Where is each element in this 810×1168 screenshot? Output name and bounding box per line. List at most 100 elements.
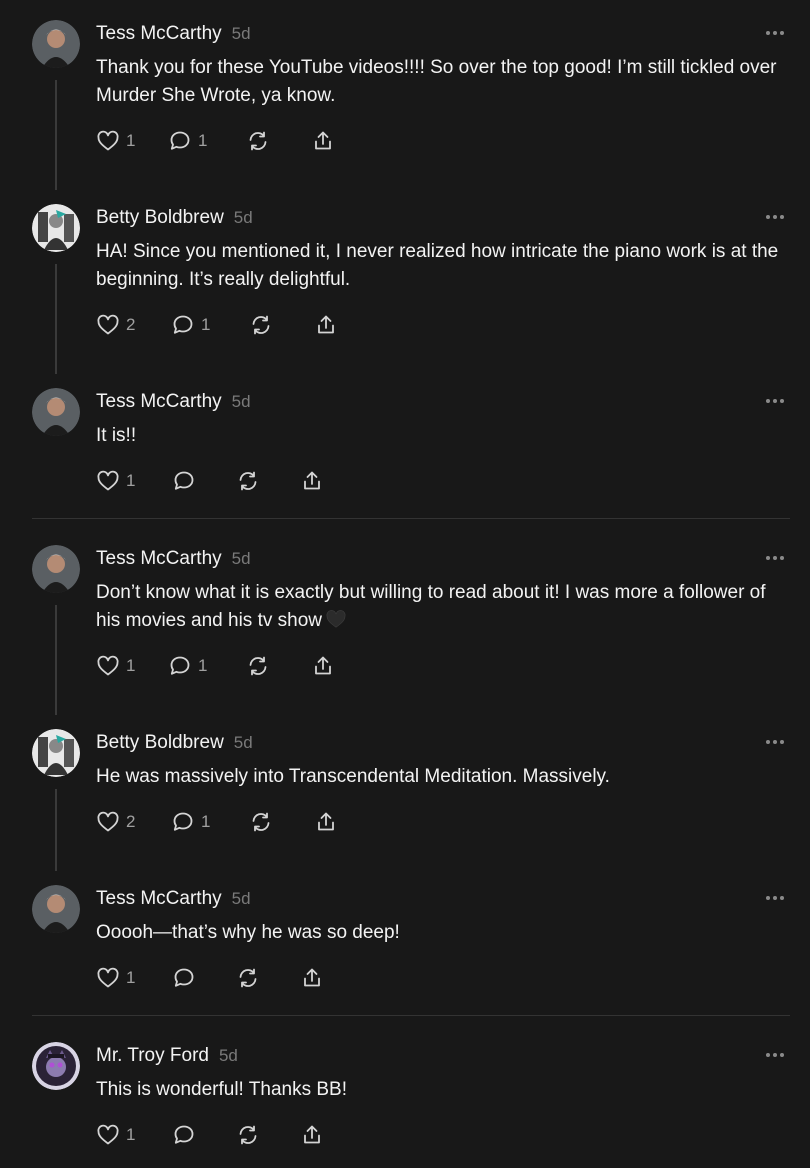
reply-button[interactable]: 1: [168, 652, 207, 680]
heart-icon: [97, 811, 119, 832]
repost-icon: [252, 315, 270, 335]
like-count: 1: [126, 656, 136, 675]
post-time: 5d: [218, 1046, 238, 1065]
repost-icon: [252, 812, 270, 832]
like-count: 1: [126, 1125, 136, 1144]
tess-avatar[interactable]: [32, 388, 80, 436]
heart-icon: [97, 655, 119, 676]
heart-icon: [97, 470, 119, 491]
more-options-icon[interactable]: [766, 896, 788, 902]
thread-line: [55, 605, 57, 715]
like-button[interactable]: 1: [96, 1121, 135, 1149]
like-button[interactable]: 1: [96, 652, 135, 680]
share-button[interactable]: [314, 311, 338, 339]
repost-button[interactable]: [249, 311, 273, 339]
share-button[interactable]: [300, 964, 324, 992]
post-time: 5d: [233, 208, 253, 227]
heart-icon: [97, 130, 119, 151]
post-time: 5d: [231, 24, 251, 43]
repost-button[interactable]: [236, 467, 260, 495]
author-name[interactable]: Tess McCarthy: [96, 548, 222, 569]
like-button[interactable]: 2: [96, 311, 135, 339]
post-time: 5d: [231, 549, 251, 568]
more-options-icon[interactable]: [766, 215, 788, 221]
like-count: 2: [126, 812, 136, 831]
like-count: 1: [126, 968, 136, 987]
thread-line: [55, 80, 57, 190]
share-button[interactable]: [300, 1121, 324, 1149]
share-button[interactable]: [314, 808, 338, 836]
more-options-icon[interactable]: [766, 399, 788, 405]
reply-count: 1: [201, 315, 211, 334]
heart-icon: [97, 1124, 119, 1145]
reply-button[interactable]: [172, 964, 196, 992]
author-name[interactable]: Betty Boldbrew: [96, 732, 224, 753]
share-icon: [318, 812, 334, 831]
reply-count: 1: [198, 131, 208, 150]
repost-icon: [249, 656, 267, 676]
share-button[interactable]: [311, 127, 335, 155]
repost-icon: [249, 131, 267, 151]
like-button[interactable]: 1: [96, 127, 135, 155]
more-options-icon[interactable]: [766, 1053, 788, 1059]
reply-button[interactable]: [172, 1121, 196, 1149]
betty-avatar[interactable]: [32, 204, 80, 252]
thread-line: [55, 789, 57, 871]
share-icon: [315, 656, 331, 675]
like-count: 1: [126, 131, 136, 150]
repost-button[interactable]: [246, 652, 270, 680]
share-icon: [304, 968, 320, 987]
troy-avatar[interactable]: [32, 1042, 80, 1090]
comment-icon: [173, 812, 193, 831]
heart-icon: [97, 967, 119, 988]
reply-button[interactable]: 1: [171, 808, 210, 836]
post-text: This is wonderful! Thanks BB!: [96, 1079, 347, 1100]
author-name[interactable]: Tess McCarthy: [96, 391, 222, 412]
share-icon: [315, 131, 331, 150]
comment-icon: [170, 656, 190, 675]
more-options-icon[interactable]: [766, 556, 788, 562]
repost-icon: [239, 471, 257, 491]
more-options-icon[interactable]: [766, 31, 788, 37]
thread-line: [55, 264, 57, 374]
author-name[interactable]: Mr. Troy Ford: [96, 1045, 209, 1066]
repost-button[interactable]: [236, 964, 260, 992]
author-name[interactable]: Betty Boldbrew: [96, 207, 224, 228]
repost-icon: [239, 1125, 257, 1145]
comment-icon: [170, 131, 190, 150]
repost-button[interactable]: [246, 127, 270, 155]
reply-button[interactable]: 1: [171, 311, 210, 339]
post-text-container: Don’t know what it is exactly but willin…: [96, 579, 786, 637]
like-count: 1: [126, 471, 136, 490]
repost-button[interactable]: [236, 1121, 260, 1149]
author-name[interactable]: Tess McCarthy: [96, 23, 222, 44]
like-button[interactable]: 2: [96, 808, 135, 836]
tess-avatar[interactable]: [32, 885, 80, 933]
post-text: Ooooh—that’s why he was so deep!: [96, 922, 400, 943]
post-text: HA! Since you mentioned it, I never real…: [96, 241, 779, 290]
reply-button[interactable]: [172, 467, 196, 495]
comment-icon: [173, 315, 193, 334]
thread-divider: [32, 1015, 790, 1016]
share-button[interactable]: [311, 652, 335, 680]
share-icon: [318, 315, 334, 334]
post-text: He was massively into Transcendental Med…: [96, 766, 610, 787]
like-button[interactable]: 1: [96, 467, 135, 495]
comment-icon: [174, 968, 194, 987]
post-time: 5d: [231, 889, 251, 908]
repost-button[interactable]: [249, 808, 273, 836]
tess-avatar[interactable]: [32, 20, 80, 68]
betty-avatar[interactable]: [32, 729, 80, 777]
thread-divider: [32, 518, 790, 519]
reply-count: 1: [198, 656, 208, 675]
post-text: It is!!: [96, 425, 137, 446]
tess-avatar[interactable]: [32, 545, 80, 593]
comment-icon: [174, 1125, 194, 1144]
like-count: 2: [126, 315, 136, 334]
heart-icon: [97, 314, 119, 335]
like-button[interactable]: 1: [96, 964, 135, 992]
reply-button[interactable]: 1: [168, 127, 207, 155]
share-button[interactable]: [300, 467, 324, 495]
author-name[interactable]: Tess McCarthy: [96, 888, 222, 909]
more-options-icon[interactable]: [766, 740, 788, 746]
